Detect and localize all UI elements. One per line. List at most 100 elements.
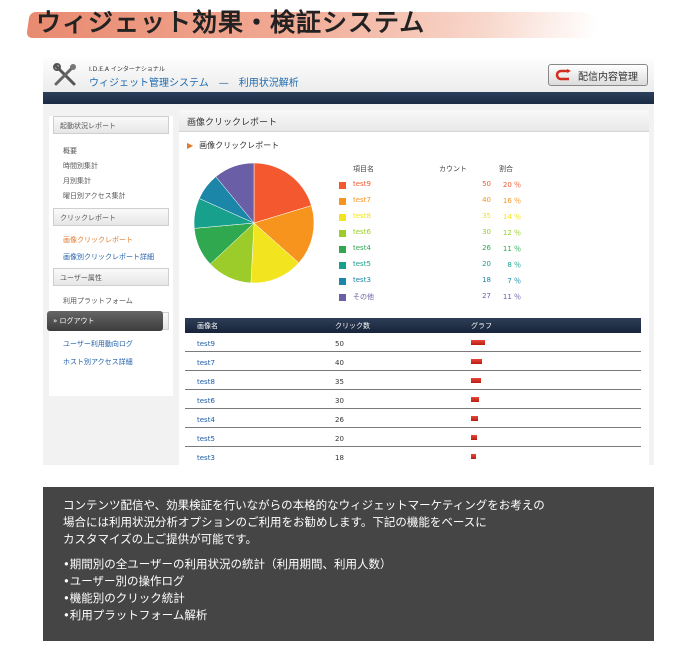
image-name-link[interactable]: test3 xyxy=(197,454,215,462)
legend-row: test9 50 20 ％ xyxy=(179,180,649,192)
description-line: 場合には利用状況分析オプションのご利用をお勧めします。下記の機能をベースに xyxy=(63,515,487,529)
image-name-link[interactable]: test6 xyxy=(197,397,215,405)
legend-percent: 12 ％ xyxy=(502,229,521,237)
legend-swatch xyxy=(339,198,346,205)
click-bar xyxy=(471,340,485,345)
feature-list: •期間別の全ユーザーの利用状況の統計（利用期間、利用人数） •ユーザー別の操作ロ… xyxy=(63,556,634,624)
legend-header-name: 項目名 xyxy=(353,165,374,173)
click-table: 画像名 クリック数 グラフ test9 50 test7 40 test8 35 test6… xyxy=(185,318,641,465)
click-count: 35 xyxy=(335,378,344,386)
legend-header-ratio: 割合 xyxy=(499,165,513,173)
app-header: I.D.E.A インターナショナル ウィジェット管理システム — 利用状況解析 … xyxy=(43,58,654,92)
legend-label: test3 xyxy=(353,276,371,284)
image-name-link[interactable]: test8 xyxy=(197,378,215,386)
col-clicks: クリック数 xyxy=(335,322,370,330)
table-row: test3 18 xyxy=(185,447,641,465)
click-bar xyxy=(471,435,477,440)
legend-count: 26 xyxy=(482,244,491,252)
click-bar xyxy=(471,378,481,383)
description-line: コンテンツ配信や、効果検証を行いながらの本格的なウィジェットマーケティングをお考… xyxy=(63,498,545,512)
legend-header-count: カウント xyxy=(439,165,467,173)
legend-swatch xyxy=(339,214,346,221)
legend-percent: 11 ％ xyxy=(502,293,521,301)
description-line: カスタマイズの上ご提供が可能です。 xyxy=(63,532,258,546)
sidebar-item[interactable]: 画像クリックレポート xyxy=(63,235,133,245)
sidebar: 起動状況レポート概要時間別集計月別集計曜日別アクセス集計クリックレポート画像クリ… xyxy=(49,116,173,396)
legend-swatch xyxy=(339,182,346,189)
sidebar-item[interactable]: 曜日別アクセス集計 xyxy=(63,191,126,201)
legend-percent: 11 ％ xyxy=(502,245,521,253)
content-management-button[interactable]: 配信内容管理 xyxy=(548,64,648,86)
legend-row: test6 30 12 ％ xyxy=(179,228,649,240)
feature-item: •期間別の全ユーザーの利用状況の統計（利用期間、利用人数） xyxy=(63,557,392,571)
sidebar-item[interactable]: 時間別集計 xyxy=(63,161,98,171)
sidebar-section-header: クリックレポート xyxy=(53,208,169,226)
click-count: 18 xyxy=(335,454,344,462)
feature-item: •機能別のクリック統計 xyxy=(63,591,185,605)
sidebar-item[interactable]: ユーザー利用動向ログ xyxy=(63,339,133,349)
legend-percent: 8 ％ xyxy=(507,261,521,269)
click-count: 50 xyxy=(335,340,344,348)
legend-count: 35 xyxy=(482,212,491,220)
table-row: test4 26 xyxy=(185,409,641,428)
legend-label: test6 xyxy=(353,228,371,236)
triangle-icon: ▶ xyxy=(187,141,194,150)
feature-item: •ユーザー別の操作ログ xyxy=(63,574,185,588)
return-arrow-icon xyxy=(555,69,571,81)
legend-count: 27 xyxy=(482,292,491,300)
content-management-label: 配信内容管理 xyxy=(578,71,638,83)
sidebar-item[interactable]: 利用プラットフォーム xyxy=(63,296,133,306)
legend-swatch xyxy=(339,246,346,253)
legend-percent: 20 ％ xyxy=(502,181,521,189)
table-row: test7 40 xyxy=(185,352,641,371)
col-graph: グラフ xyxy=(471,322,492,330)
legend-swatch xyxy=(339,230,346,237)
click-count: 26 xyxy=(335,416,344,424)
section-title: ▶ 画像クリックレポート xyxy=(187,140,279,151)
description-paragraph: コンテンツ配信や、効果検証を行いながらの本格的なウィジェットマーケティングをお考… xyxy=(63,497,634,548)
image-name-link[interactable]: test9 xyxy=(197,340,215,348)
sidebar-section-header: 起動状況レポート xyxy=(53,116,169,134)
legend-label: test8 xyxy=(353,212,371,220)
legend-percent: 7 ％ xyxy=(507,277,521,285)
feature-item: •利用プラットフォーム解析 xyxy=(63,608,208,622)
page-title: ウィジェット効果・検証システム xyxy=(36,8,426,37)
legend-row: test3 18 7 ％ xyxy=(179,276,649,288)
click-bar xyxy=(471,454,476,459)
legend-label: test5 xyxy=(353,260,371,268)
legend-label: test4 xyxy=(353,244,371,252)
table-row: test6 30 xyxy=(185,390,641,409)
click-count: 40 xyxy=(335,359,344,367)
sidebar-item[interactable]: 月別集計 xyxy=(63,176,91,186)
legend-row: test5 20 8 ％ xyxy=(179,260,649,272)
image-name-link[interactable]: test7 xyxy=(197,359,215,367)
click-bar xyxy=(471,359,482,364)
legend-row: test7 40 16 ％ xyxy=(179,196,649,208)
table-body: test9 50 test7 40 test8 35 test6 30 test4 26 test5… xyxy=(185,333,641,465)
legend-swatch xyxy=(339,262,346,269)
image-name-link[interactable]: test4 xyxy=(197,416,215,424)
click-count: 20 xyxy=(335,435,344,443)
table-row: test8 35 xyxy=(185,371,641,390)
app-screenshot: I.D.E.A インターナショナル ウィジェット管理システム — 利用状況解析 … xyxy=(43,58,654,465)
legend-count: 40 xyxy=(482,196,491,204)
col-image-name: 画像名 xyxy=(197,322,218,330)
click-bar xyxy=(471,397,479,402)
image-name-link[interactable]: test5 xyxy=(197,435,215,443)
legend-count: 50 xyxy=(482,180,491,188)
logout-button[interactable]: » ログアウト xyxy=(47,311,163,331)
sidebar-item[interactable]: 概要 xyxy=(63,146,77,156)
legend-percent: 14 ％ xyxy=(502,213,521,221)
legend-count: 20 xyxy=(482,260,491,268)
sidebar-item[interactable]: ホスト別アクセス詳細 xyxy=(63,357,133,367)
legend-row: test8 35 14 ％ xyxy=(179,212,649,224)
header-band xyxy=(43,92,654,104)
table-row: test9 50 xyxy=(185,333,641,352)
sidebar-item[interactable]: 画像別クリックレポート詳細 xyxy=(63,252,154,262)
click-bar xyxy=(471,416,478,421)
legend-row: test4 26 11 ％ xyxy=(179,244,649,256)
legend-count: 30 xyxy=(482,228,491,236)
main-panel: 画像クリックレポート ▶ 画像クリックレポート 項目名 カウント 割合 test9… xyxy=(179,110,649,465)
legend-swatch xyxy=(339,278,346,285)
section-title-label: 画像クリックレポート xyxy=(199,141,280,150)
